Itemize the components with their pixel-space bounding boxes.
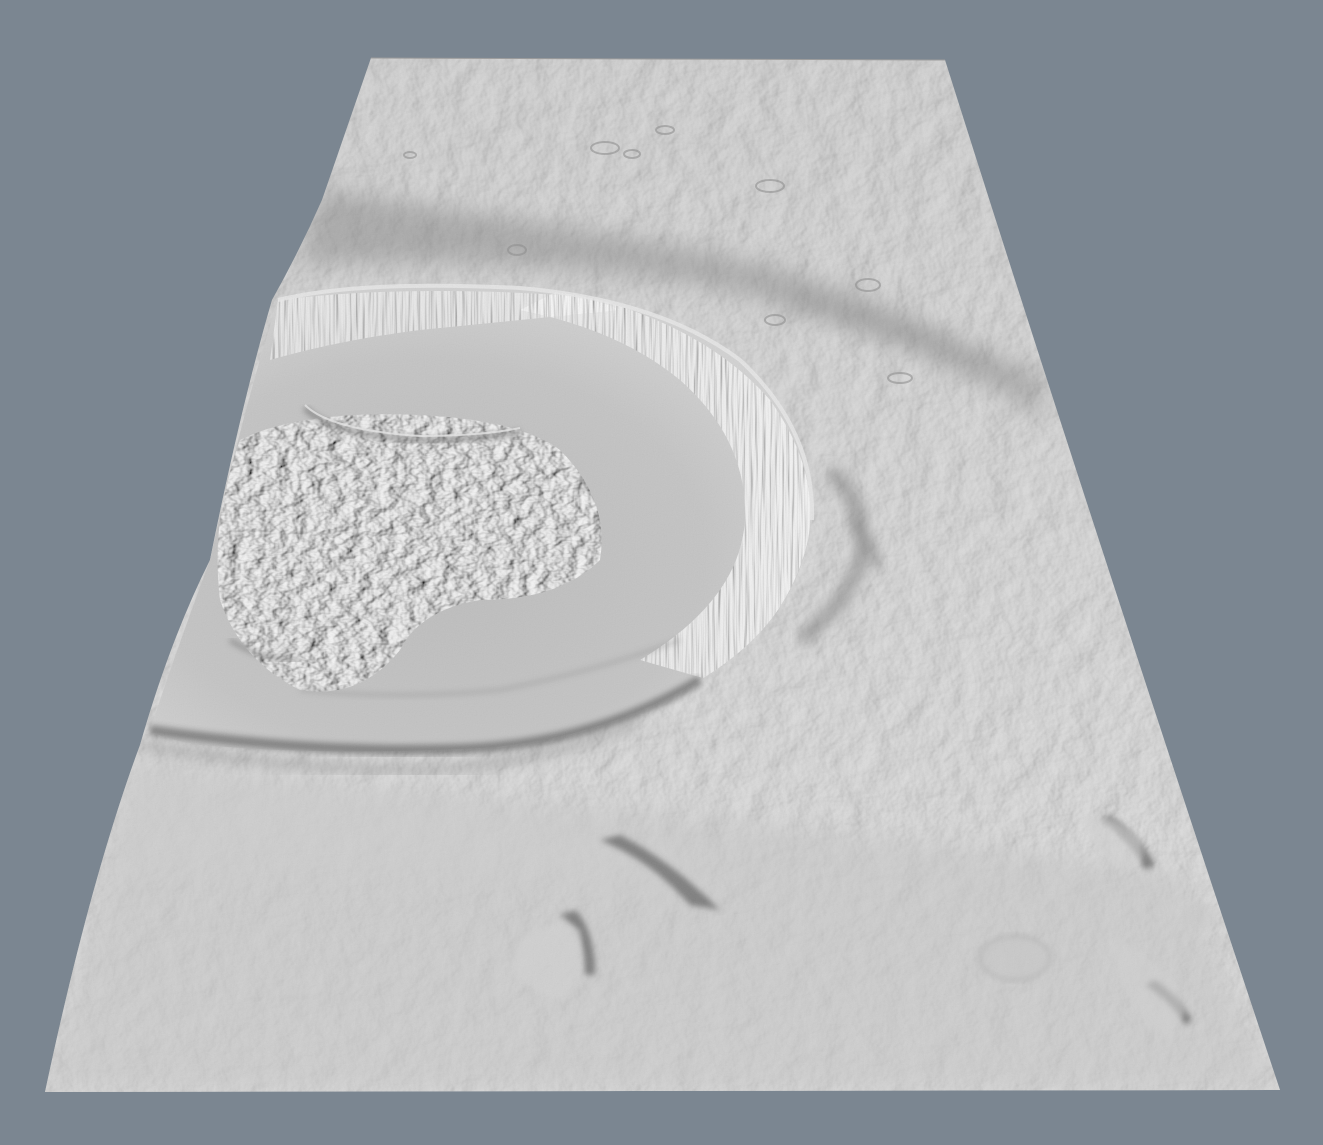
3d-viewport[interactable] (0, 0, 1323, 1145)
terrain-render[interactable] (0, 0, 1323, 1145)
surface-grain (45, 58, 1280, 1092)
